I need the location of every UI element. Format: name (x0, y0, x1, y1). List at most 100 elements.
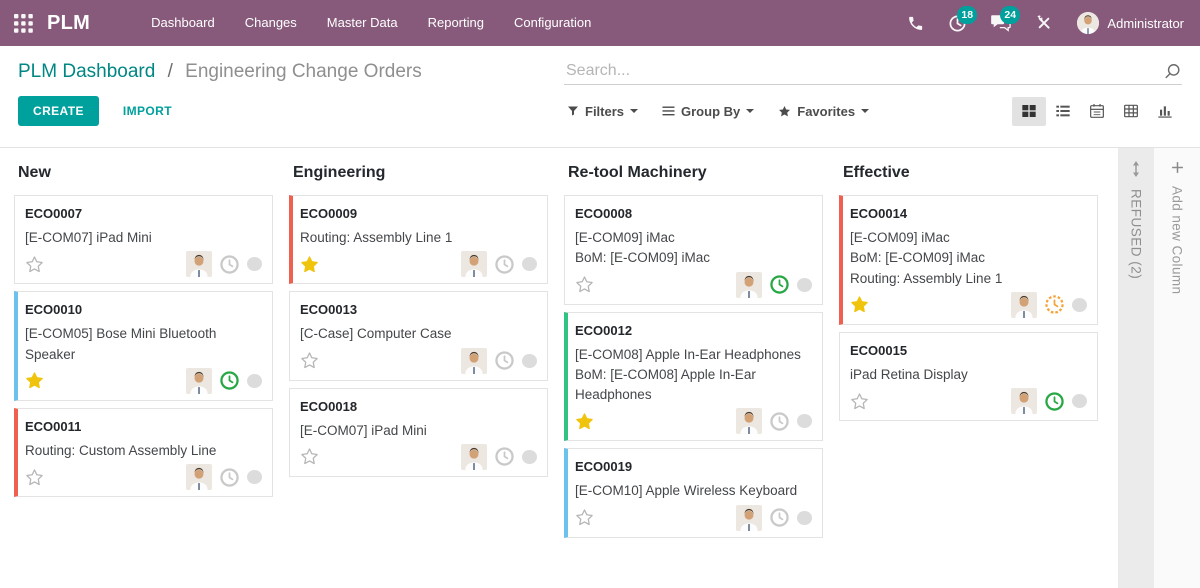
kanban-card[interactable]: ECO0009Routing: Assembly Line 1 (289, 195, 548, 284)
card-footer (300, 444, 537, 470)
kanban-state-dot[interactable] (1072, 394, 1087, 408)
activity-clock-icon-gray[interactable] (219, 467, 240, 488)
assignee-avatar[interactable] (461, 444, 487, 470)
kanban-card[interactable]: ECO0010[E-COM05] Bose Mini Bluetooth Spe… (14, 291, 273, 401)
import-button[interactable]: IMPORT (117, 103, 178, 119)
menu-item-configuration[interactable]: Configuration (499, 0, 606, 46)
kanban-state-dot[interactable] (522, 257, 537, 271)
activity-clock-icon-gray[interactable] (494, 254, 515, 275)
assignee-avatar[interactable] (186, 464, 212, 490)
messages-icon[interactable]: 24 (991, 14, 1011, 32)
activity-clock-icon-gray[interactable] (494, 446, 515, 467)
assignee-avatar[interactable] (186, 251, 212, 277)
kanban-state-dot[interactable] (247, 374, 262, 388)
card-id: ECO0013 (300, 302, 537, 317)
assignee-avatar[interactable] (736, 408, 762, 434)
favorite-star-icon-on[interactable] (300, 255, 319, 274)
kanban-card[interactable]: ECO0008[E-COM09] iMacBoM: [E-COM09] iMac (564, 195, 823, 305)
activity-clock-icon-green[interactable] (769, 274, 790, 295)
search-input[interactable] (564, 61, 1163, 81)
pivot-view-button[interactable] (1114, 97, 1148, 126)
assignee-avatar[interactable] (736, 505, 762, 531)
assignee-avatar[interactable] (186, 368, 212, 394)
activity-clock-icon-gray[interactable] (494, 350, 515, 371)
calendar-view-button[interactable] (1080, 97, 1114, 126)
graph-view-button[interactable] (1148, 97, 1182, 126)
kanban-state-dot[interactable] (247, 257, 262, 271)
list-view-button[interactable] (1046, 97, 1080, 126)
favorite-star-icon-off[interactable] (300, 351, 319, 370)
kanban-state-dot[interactable] (797, 511, 812, 525)
kanban-state-dot[interactable] (797, 278, 812, 292)
kanban-card[interactable]: ECO0018[E-COM07] iPad Mini (289, 388, 548, 477)
activity-clock-icon-green[interactable] (1044, 391, 1065, 412)
activity-clock-icon-orange[interactable] (1044, 294, 1065, 315)
assignee-avatar[interactable] (1011, 292, 1037, 318)
kanban-card[interactable]: ECO0011Routing: Custom Assembly Line (14, 408, 273, 497)
kanban-card[interactable]: ECO0012[E-COM08] Apple In-Ear Headphones… (564, 312, 823, 442)
kanban-state-dot[interactable] (797, 414, 812, 428)
kanban-state-dot[interactable] (247, 470, 262, 484)
groupby-dropdown[interactable]: Group By (662, 104, 754, 119)
kanban-card[interactable]: ECO0014[E-COM09] iMacBoM: [E-COM09] iMac… (839, 195, 1098, 325)
menu-item-dashboard[interactable]: Dashboard (136, 0, 230, 46)
favorite-star-icon-on[interactable] (25, 371, 44, 390)
card-footer-right (461, 348, 537, 374)
app-title[interactable]: PLM (47, 12, 90, 35)
kanban-column-header[interactable]: Re-tool Machinery (568, 164, 823, 182)
assignee-avatar[interactable] (1011, 388, 1037, 414)
card-footer-right (736, 272, 812, 298)
kanban-column-header[interactable]: Engineering (293, 164, 548, 182)
tools-icon[interactable] (1035, 14, 1053, 32)
assignee-avatar[interactable] (461, 251, 487, 277)
activity-clock-icon-gray[interactable] (769, 411, 790, 432)
kanban-card[interactable]: ECO0019[E-COM10] Apple Wireless Keyboard (564, 448, 823, 537)
favorite-star-icon-off[interactable] (575, 508, 594, 527)
activity-clock-icon-gray[interactable] (219, 254, 240, 275)
favorite-star-icon-off[interactable] (850, 392, 869, 411)
activities-clock-icon[interactable]: 18 (948, 14, 967, 33)
card-id: ECO0012 (575, 323, 812, 338)
kanban-state-dot[interactable] (522, 450, 537, 464)
phone-icon[interactable] (907, 15, 924, 32)
favorite-star-icon-off[interactable] (25, 255, 44, 274)
favorite-star-icon-off[interactable] (300, 447, 319, 466)
view-switcher (1012, 97, 1182, 126)
card-id: ECO0010 (25, 302, 262, 317)
kanban-card[interactable]: ECO0007[E-COM07] iPad Mini (14, 195, 273, 284)
top-navbar: PLM DashboardChangesMaster DataReporting… (0, 0, 1200, 46)
activity-clock-icon-green[interactable] (219, 370, 240, 391)
menu-item-changes[interactable]: Changes (230, 0, 312, 46)
kanban-column-header[interactable]: New (18, 164, 273, 182)
kanban-state-dot[interactable] (1072, 298, 1087, 312)
menu-item-reporting[interactable]: Reporting (413, 0, 499, 46)
favorite-star-icon-on[interactable] (575, 412, 594, 431)
assignee-avatar[interactable] (461, 348, 487, 374)
kanban-column-re-tool-machinery: Re-tool Machinery ECO0008[E-COM09] iMacBo… (564, 160, 823, 588)
menu-item-master-data[interactable]: Master Data (312, 0, 413, 46)
add-new-column-button[interactable]: Add new Column (1154, 148, 1200, 588)
collapsed-column-refused[interactable]: REFUSED (2) (1118, 148, 1154, 588)
favorite-star-icon-on[interactable] (850, 295, 869, 314)
breadcrumb-link[interactable]: PLM Dashboard (18, 61, 155, 82)
create-button[interactable]: CREATE (18, 96, 99, 126)
filters-dropdown[interactable]: Filters (567, 104, 638, 119)
apps-grid-icon[interactable] (14, 14, 33, 33)
favorite-star-icon-off[interactable] (25, 468, 44, 487)
card-footer (850, 388, 1087, 414)
user-menu[interactable]: Administrator (1077, 12, 1184, 34)
favorites-dropdown[interactable]: Favorites (778, 104, 869, 119)
kanban-column-header[interactable]: Effective (843, 164, 1098, 182)
card-footer-right (186, 464, 262, 490)
card-line: [C-Case] Computer Case (300, 324, 537, 344)
assignee-avatar[interactable] (736, 272, 762, 298)
control-panel: PLM Dashboard / Engineering Change Order… (0, 46, 1200, 148)
kanban-view-button[interactable] (1012, 97, 1046, 126)
kanban-card[interactable]: ECO0013 [C-Case] Computer Case (289, 291, 548, 380)
card-footer-right (186, 251, 262, 277)
activity-clock-icon-gray[interactable] (769, 507, 790, 528)
kanban-card[interactable]: ECO0015iPad Retina Display (839, 332, 1098, 421)
kanban-state-dot[interactable] (522, 354, 537, 368)
search-icon[interactable] (1163, 62, 1182, 81)
favorite-star-icon-off[interactable] (575, 275, 594, 294)
